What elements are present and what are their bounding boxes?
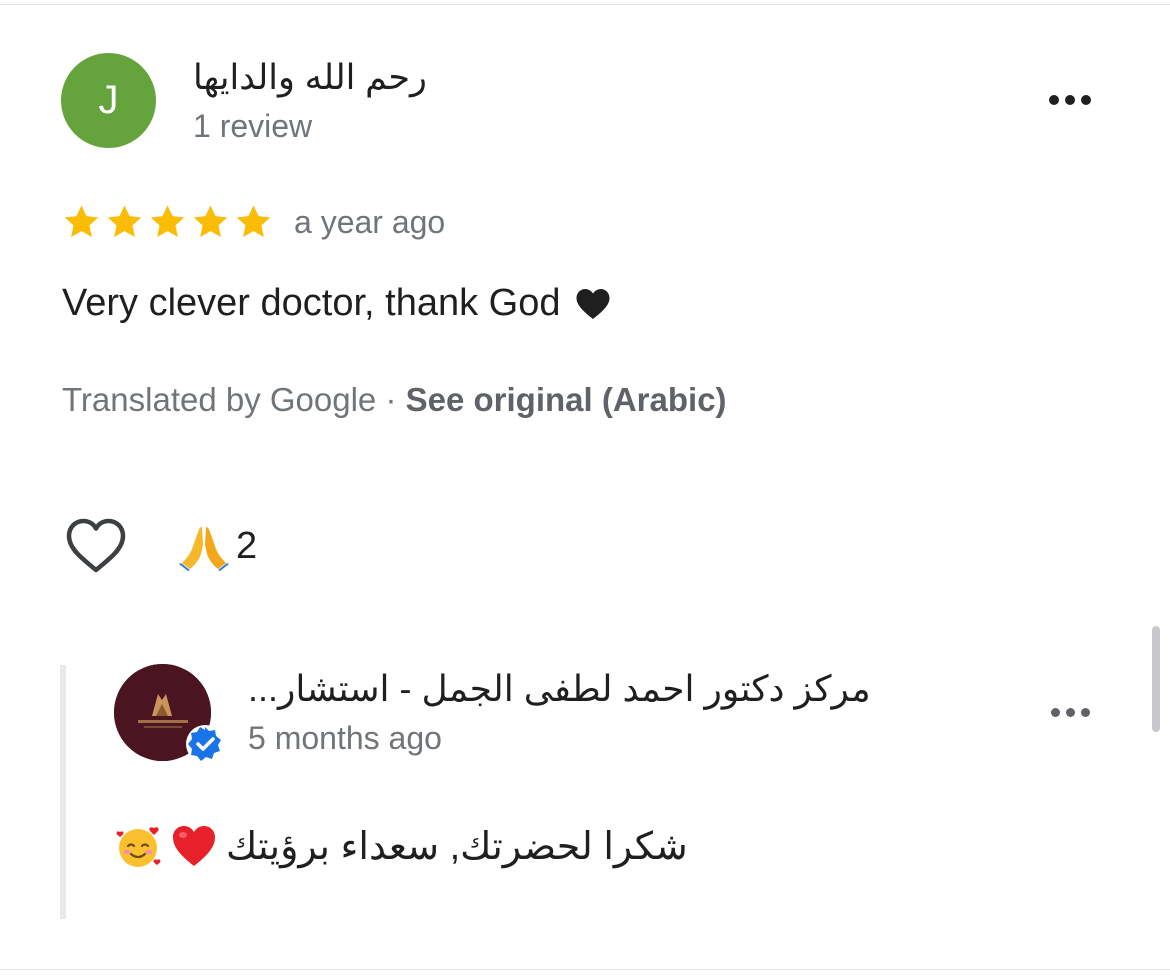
reviewer-name[interactable]: رحم الله والدايها [193, 58, 427, 98]
bottom-divider [0, 969, 1170, 970]
owner-reply-text-content: شكرا لحضرتك, سعداء برؤيتك [226, 825, 688, 868]
reviewer-avatar[interactable]: J [61, 53, 156, 148]
reply-indent-bar [60, 665, 66, 919]
star-icon [150, 205, 185, 237]
star-icon [236, 205, 271, 237]
more-dot [1051, 708, 1060, 717]
star-rating [62, 203, 273, 242]
owner-name[interactable]: مركز دكتور احمد لطفى الجمل - استشار... [248, 668, 938, 710]
red-heart-emoji-icon [173, 826, 215, 866]
black-heart-emoji-icon [576, 288, 609, 319]
review-more-options-button[interactable] [1049, 95, 1091, 105]
scrollbar-thumb[interactable] [1152, 626, 1160, 732]
smiling-face-with-hearts-emoji-icon [116, 827, 161, 867]
folded-hands-emoji-icon [179, 527, 229, 571]
reply-more-options-button[interactable] [1051, 708, 1090, 717]
reviewer-avatar-initial: J [98, 78, 119, 122]
star-icon [64, 205, 99, 237]
see-original-link[interactable]: See original (Arabic) [406, 381, 727, 418]
top-divider [0, 4, 1170, 5]
star-icon [107, 205, 142, 237]
more-dot [1066, 708, 1075, 717]
like-button-heart-outline-icon[interactable] [64, 516, 128, 576]
reviewer-review-count: 1 review [193, 108, 313, 144]
verified-badge-icon [186, 725, 224, 763]
more-dot [1081, 95, 1091, 105]
translated-by-label: Translated by Google · [62, 381, 406, 418]
more-dot [1049, 95, 1059, 105]
owner-reply-text: شكرا لحضرتك, سعداء برؤيتك [114, 822, 688, 870]
star-icon [193, 205, 228, 237]
more-dot [1065, 95, 1075, 105]
translation-note: Translated by Google · See original (Ara… [62, 381, 727, 419]
review-text-content: Very clever doctor, thank God [62, 282, 561, 324]
review-text: Very clever doctor, thank God [62, 282, 611, 325]
reaction-count: 2 [236, 524, 258, 567]
review-time: a year ago [294, 204, 446, 240]
reaction-summary[interactable]: 2 [178, 521, 257, 571]
more-dot [1081, 708, 1090, 717]
owner-reply-time: 5 months ago [248, 720, 442, 756]
